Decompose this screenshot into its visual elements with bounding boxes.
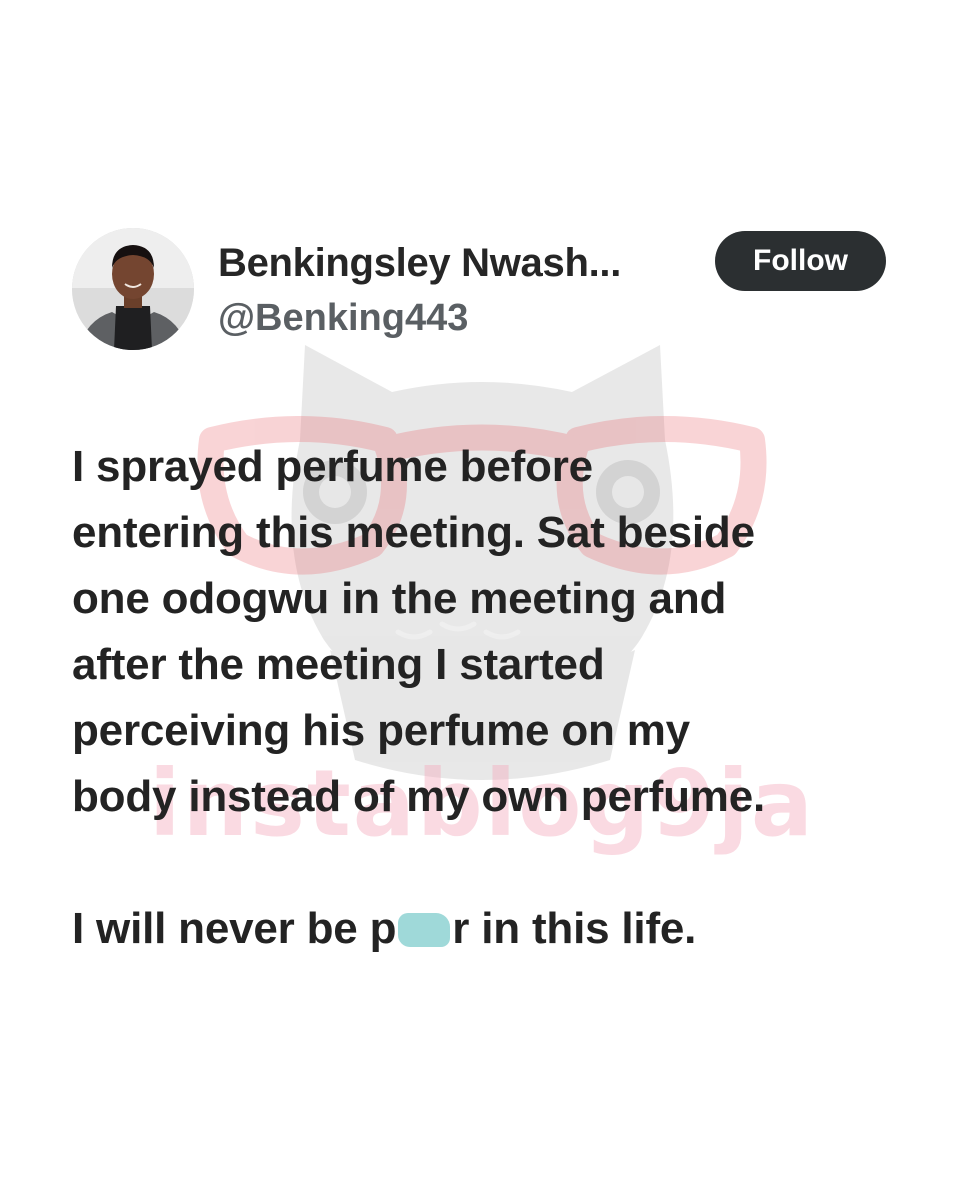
- tweet-text: I sprayed perfume before entering this m…: [72, 434, 912, 962]
- display-name[interactable]: Benkingsley Nwash...: [218, 238, 621, 288]
- user-handle[interactable]: @Benking443: [218, 294, 468, 342]
- tweet-header: Benkingsley Nwash... @Benking443 Follow: [72, 228, 892, 352]
- tweet-line: one odogwu in the meeting and: [72, 574, 727, 623]
- tweet-line: entering this meeting. Sat beside: [72, 508, 755, 557]
- tweet-line: body instead of my own perfume.: [72, 772, 765, 821]
- tweet-line: perceiving his perfume on my: [72, 706, 690, 755]
- tweet-line: I sprayed perfume before: [72, 442, 593, 491]
- avatar[interactable]: [72, 228, 194, 350]
- profile-photo-icon: [72, 228, 194, 350]
- tweet-closing-line: I will never be p r in this life.: [72, 896, 912, 962]
- censor-mark: [398, 913, 451, 947]
- tweet-line: after the meeting I started: [72, 640, 605, 689]
- closing-text-start: I will never be p: [72, 904, 397, 953]
- follow-button[interactable]: Follow: [715, 231, 886, 291]
- closing-text-end: r in this life.: [452, 904, 697, 953]
